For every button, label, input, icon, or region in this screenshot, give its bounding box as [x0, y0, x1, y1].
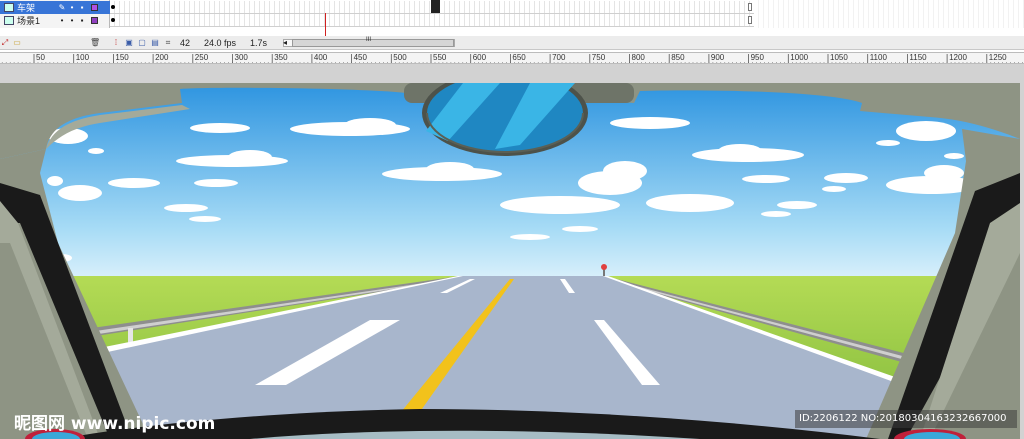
layers-panel: 车架 ✎ • ▪ 场景1 • • ▪	[0, 0, 110, 28]
elapsed-time: 1.7s	[250, 38, 268, 48]
outline-color-icon[interactable]	[91, 17, 98, 24]
insert-layer-icon[interactable]: ⤢	[0, 38, 10, 48]
pencil-off-icon[interactable]: ✎	[57, 3, 67, 12]
ruler-label: 800	[631, 53, 645, 62]
ruler-label: 600	[472, 53, 487, 62]
onion-outline-icon[interactable]: ▢	[137, 38, 147, 48]
outline-color-icon[interactable]	[91, 4, 98, 11]
ruler-label: 1100	[869, 53, 887, 62]
ruler-label: 700	[552, 53, 566, 62]
ruler-label: 1150	[909, 53, 927, 62]
frames-empty-area[interactable]	[754, 0, 1024, 28]
ruler-label: 450	[353, 53, 367, 62]
center-frame-icon[interactable]: ⁞	[111, 38, 121, 48]
current-frame[interactable]: 42	[177, 37, 193, 49]
frame-row-changjing1[interactable]	[110, 14, 754, 27]
scroll-left-icon[interactable]: ◂	[280, 38, 290, 48]
horizontal-ruler: 50 100 150 200 250 300 350 400 450 500 550 600 650 70…	[0, 52, 1024, 64]
watermark-id: ID:2206122 NO:20180304163232667000	[795, 410, 1017, 428]
scene-artwork	[0, 83, 1020, 439]
layer-icon	[4, 3, 14, 12]
visible-dot-icon[interactable]: •	[57, 16, 67, 25]
ruler-label: 550	[433, 53, 447, 62]
ruler-label: 1000	[790, 53, 809, 62]
timeline-toolbar: ⤢ ▭ 🗑 ⁞ ▣ ▢ ▤ ⌗ 42 24.0 fps 1.7s ◂ III	[0, 36, 1024, 50]
stage-canvas[interactable]	[0, 83, 1020, 439]
layer-row-changjing1[interactable]: 场景1 • • ▪	[0, 14, 110, 27]
ruler-label: 250	[194, 53, 209, 62]
ruler-label: 1250	[988, 53, 1007, 62]
ruler-label: 350	[274, 53, 288, 62]
end-frame-icon[interactable]	[748, 16, 752, 24]
visible-dot-icon[interactable]: •	[67, 3, 77, 12]
ruler-label: 1050	[830, 53, 848, 62]
layer-name: 场景1	[17, 16, 41, 26]
keyframe-icon[interactable]	[111, 18, 115, 22]
visible-dot-icon[interactable]: •	[67, 16, 77, 25]
ruler-label: 950	[750, 53, 764, 62]
ruler-label: 300	[234, 53, 248, 62]
end-frame-icon[interactable]	[748, 3, 752, 11]
layer-icon	[4, 16, 14, 25]
watermark-nipic: 昵图网 www.nipic.com	[14, 414, 216, 434]
ruler-label: 500	[393, 53, 407, 62]
modify-markers-icon[interactable]: ⌗	[163, 38, 173, 48]
road-sign	[601, 264, 607, 270]
frame-rate[interactable]: 24.0 fps	[201, 37, 239, 49]
layer-row-chejia[interactable]: 车架 ✎ • ▪	[0, 1, 110, 14]
edit-multiple-frames-icon[interactable]: ▤	[150, 38, 160, 48]
ruler-label: 50	[36, 53, 45, 62]
ruler-label: 650	[512, 53, 526, 62]
playhead-line	[325, 13, 326, 36]
ruler-label: 1200	[949, 53, 967, 62]
scroll-grip: III	[366, 37, 372, 43]
lock-icon[interactable]: ▪	[77, 16, 87, 25]
frames-panel[interactable]	[110, 0, 754, 28]
insert-folder-icon[interactable]: ▭	[12, 38, 22, 48]
keyframe-icon[interactable]	[111, 5, 115, 9]
ruler-label: 750	[591, 53, 606, 62]
ruler-label: 100	[75, 53, 90, 62]
ruler-label: 900	[710, 53, 725, 62]
scrollbar-thumb[interactable]: III	[292, 37, 454, 47]
layer-name: 车架	[17, 3, 36, 13]
onion-skin-icon[interactable]: ▣	[124, 38, 134, 48]
ruler-label: 850	[671, 53, 685, 62]
ruler-label: 150	[115, 53, 129, 62]
delete-layer-icon[interactable]: 🗑	[90, 38, 100, 48]
ruler-label: 400	[313, 53, 328, 62]
lock-icon[interactable]: ▪	[77, 3, 87, 12]
ruler-label: 200	[155, 53, 169, 62]
playhead-marker[interactable]	[431, 0, 440, 13]
